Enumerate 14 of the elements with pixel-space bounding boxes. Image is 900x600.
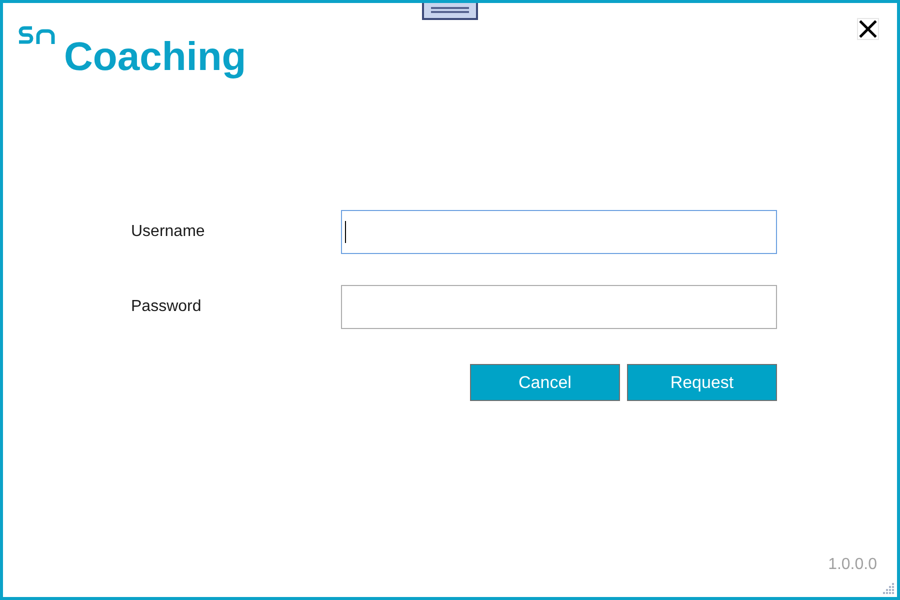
app-title: Coaching <box>64 37 246 77</box>
close-icon <box>859 20 877 38</box>
close-button[interactable] <box>857 18 879 40</box>
action-button[interactable]: Cancel <box>470 364 620 401</box>
text-cursor-icon <box>345 221 346 243</box>
resize-grip-icon <box>881 581 895 595</box>
version-label: 1.0.0.0 <box>828 557 877 573</box>
field-label: Username <box>131 224 205 240</box>
field-label: Password <box>131 299 202 315</box>
action-button[interactable]: Request <box>627 364 777 401</box>
input-field[interactable] <box>341 285 777 329</box>
drag-handle-icon[interactable] <box>422 3 478 20</box>
input-field[interactable] <box>341 210 777 254</box>
logo-icon <box>18 26 55 46</box>
